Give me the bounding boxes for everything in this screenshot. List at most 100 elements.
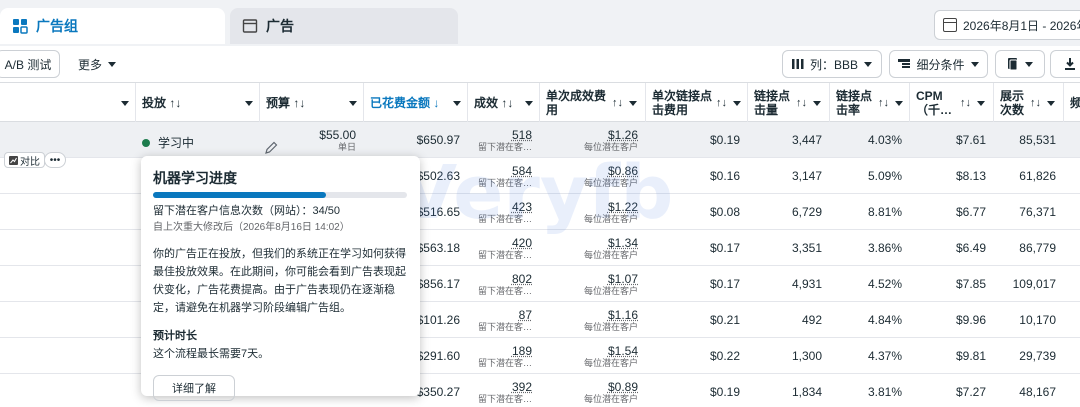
chevron-down-icon [349, 100, 357, 106]
header-imp-label: 展示次数 [1000, 89, 1025, 117]
report-icon [1008, 58, 1018, 70]
cell-results-sub: 留下潜在客… [477, 285, 532, 296]
cell-clicks: 3,447 [748, 122, 830, 157]
cell-cpr: $1.22 每位潜在客户 [540, 194, 646, 229]
cell-budget-value: $55.00 [319, 127, 356, 142]
cell-results-value: 802 [511, 271, 532, 286]
cell-results-value: 420 [511, 235, 532, 250]
cell-results-sub: 留下潜在客… [477, 249, 532, 260]
cell-results: 802 留下潜在客… [468, 266, 540, 301]
grid-icon [13, 19, 28, 34]
cell-results-value: 87 [518, 307, 532, 322]
cell-results-sub: 留下潜在客… [477, 141, 532, 152]
header-frequency[interactable]: 频 [1064, 83, 1080, 123]
cell-cpr-sub: 每位潜在客户 [583, 213, 638, 224]
cell-cpc-value: $0.16 [709, 168, 740, 183]
reports-button[interactable] [995, 50, 1045, 78]
date-range-picker[interactable]: 2026年8月1日 - 2026年 [934, 10, 1080, 40]
header-spent-label: 已花费金额 ↓ [370, 96, 440, 110]
download-icon [1065, 58, 1075, 70]
ab-test-button[interactable]: A/B 测试 [0, 50, 60, 78]
cell-cpr: $1.07 每位潜在客户 [540, 266, 646, 301]
cell-cpr: $1.16 每位潜在客户 [540, 302, 646, 337]
learning-progress-bar [153, 192, 407, 198]
cell-cpc: $0.19 [646, 122, 748, 157]
chevron-down-icon [629, 100, 637, 106]
edit-pencil-icon[interactable] [264, 141, 278, 155]
header-link-clicks[interactable]: 链接点击量 ↑↓ [748, 83, 830, 123]
cell-results-sub: 留下潜在客… [477, 393, 532, 404]
cell-results-sub: 留下潜在客… [477, 357, 532, 368]
cell-cpr-value: $1.07 [607, 271, 638, 286]
cell-ctr: 4.84% [830, 302, 910, 337]
sort-icon: ↑↓ [612, 97, 623, 109]
export-button[interactable] [1050, 50, 1080, 78]
header-results[interactable]: 成效 ↑↓ [468, 83, 540, 123]
cell-cpm: $6.49 [910, 230, 994, 265]
cell-cpr-value: $1.16 [607, 307, 638, 322]
tab-ads[interactable]: 广告 [230, 8, 458, 44]
cell-cpr-value: $1.34 [607, 235, 638, 250]
cell-cpr-sub: 每位潜在客户 [583, 177, 638, 188]
chevron-down-icon [733, 100, 741, 106]
cell-cpc: $0.21 [646, 302, 748, 337]
cell-imp-value: 86,779 [1019, 240, 1056, 255]
cell-imp: 76,371 [994, 194, 1064, 229]
cell-spent-value: $563.18 [416, 240, 460, 255]
header-name[interactable] [0, 83, 136, 123]
chevron-down-icon [970, 61, 979, 67]
row-more-button[interactable]: ••• [44, 152, 66, 168]
columns-label: 列：BBB [809, 57, 858, 72]
cell-cpr-value: $1.54 [607, 343, 638, 358]
cell-cpc: $0.19 [646, 374, 748, 407]
delivery-status[interactable]: 学习中 [142, 125, 194, 160]
tab-adsets-label: 广告组 [36, 18, 78, 34]
cell-imp: 109,017 [994, 266, 1064, 301]
cell-clicks-value: 1,300 [791, 348, 822, 363]
cell-cpm: $7.27 [910, 374, 994, 407]
cell-spent-value: $350.27 [416, 384, 460, 399]
header-cpc[interactable]: 单次链接点击费用 ↑↓ [646, 83, 748, 123]
learn-more-button[interactable]: 详细了解 [153, 375, 235, 401]
columns-button[interactable]: 列：BBB [782, 50, 882, 78]
cell-clicks: 1,834 [748, 374, 830, 407]
compare-button[interactable]: 对比 [4, 152, 45, 168]
cell-ctr-value: 4.84% [867, 312, 902, 327]
cell-cpm: $9.96 [910, 302, 994, 337]
more-button[interactable]: 更多 [70, 50, 125, 78]
cell-cpr-value: $1.26 [607, 127, 638, 142]
breakdown-icon [898, 59, 911, 68]
learning-progress-fill [153, 192, 326, 198]
header-ctr[interactable]: 链接点击率 ↑↓ [830, 83, 910, 123]
cell-results: 420 留下潜在客… [468, 230, 540, 265]
header-cpm[interactable]: CPM（千… ↑↓ [910, 83, 994, 123]
chevron-down-icon [895, 100, 903, 106]
header-spent[interactable]: 已花费金额 ↓ [364, 83, 468, 123]
tab-adsets[interactable]: 广告组 [0, 8, 225, 44]
header-delivery[interactable]: 投放 ↑↓ [136, 83, 260, 123]
header-impressions[interactable]: 展示次数 ↑↓ [994, 83, 1064, 123]
cell-budget-sub: 单日 [337, 141, 356, 152]
cell-imp-value: 61,826 [1019, 168, 1056, 183]
cell-cpc-value: $0.19 [709, 132, 740, 147]
cell-clicks: 492 [748, 302, 830, 337]
header-cpm-label: CPM（千… [916, 89, 953, 117]
cell-cpc: $0.16 [646, 158, 748, 193]
table-header: 投放 ↑↓ 预算 ↑↓ 已花费金额 ↓ 成效 ↑↓ 单次成效费用 ↑↓ 单次链接点… [0, 82, 1080, 123]
chevron-down-icon [453, 100, 461, 106]
cell-results: 87 留下潜在客… [468, 302, 540, 337]
learning-popover: 机器学习进度 留下潜在客户信息次数（网站）：34/50 自上次重大修改后（202… [141, 156, 420, 401]
header-clicks-label: 链接点击量 [754, 89, 791, 117]
cell-clicks-value: 1,834 [791, 384, 822, 399]
date-range-label: 2026年8月1日 - 2026年 [963, 18, 1080, 33]
header-budget[interactable]: 预算 ↑↓ [260, 83, 364, 123]
columns-icon [791, 59, 804, 69]
cell-cpr: $1.34 每位潜在客户 [540, 230, 646, 265]
cell-cpr: $1.54 每位潜在客户 [540, 338, 646, 373]
cell-cpc-value: $0.17 [709, 276, 740, 291]
breakdown-button[interactable]: 细分条件 [889, 50, 988, 78]
cell-clicks-value: 4,931 [791, 276, 822, 291]
header-cost-per-result[interactable]: 单次成效费用 ↑↓ [540, 83, 646, 123]
cell-cpr: $1.26 每位潜在客户 [540, 122, 646, 157]
cell-cpc-value: $0.08 [709, 204, 740, 219]
